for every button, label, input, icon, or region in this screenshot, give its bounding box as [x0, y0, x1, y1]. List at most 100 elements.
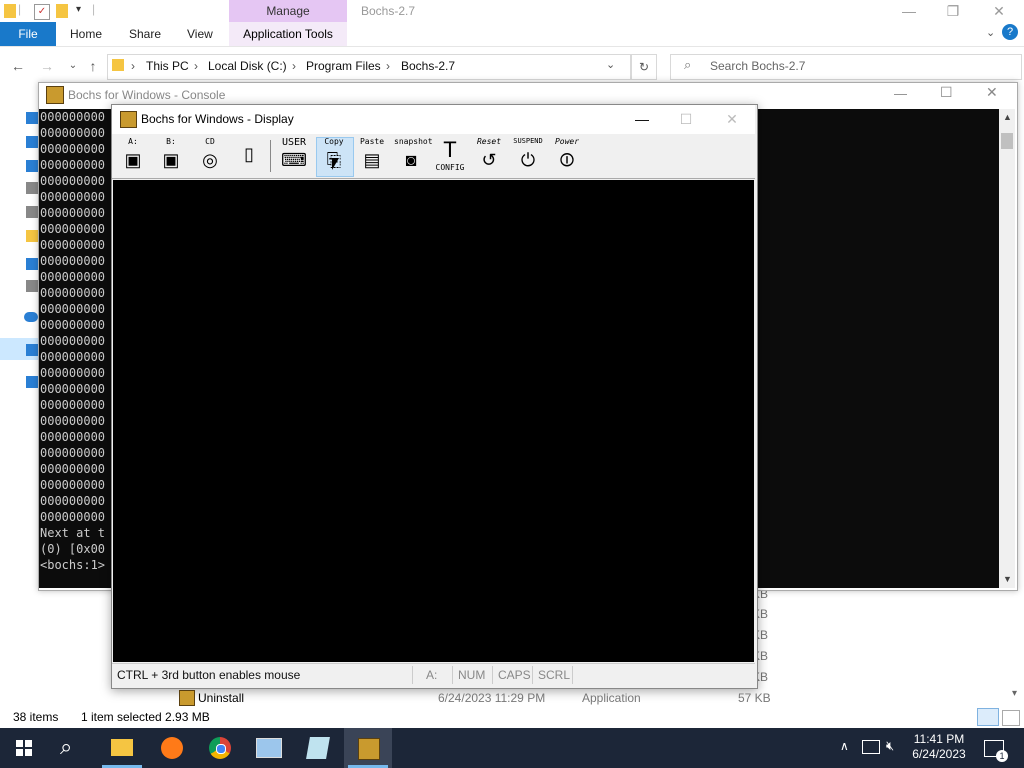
scroll-down-icon[interactable]: ▼ [1003, 574, 1012, 584]
notepad-icon [306, 737, 330, 759]
status-scrl: SCRL [538, 668, 571, 682]
floppy-a-button[interactable]: A: ▣ [116, 137, 150, 175]
recent-dropdown-icon[interactable]: ⌄ [64, 57, 82, 75]
file-name[interactable]: Uninstall [198, 691, 244, 705]
mouse-button[interactable]: ▯ [232, 137, 266, 175]
breadcrumb-bochs[interactable]: Bochs-2.7 [401, 59, 455, 73]
clock[interactable]: 11:41 PM 6/24/2023 [904, 732, 974, 762]
folder-icon[interactable] [26, 230, 38, 242]
minimize-icon[interactable]: — [886, 0, 932, 22]
breadcrumb-program-files[interactable]: Program Files [306, 59, 381, 73]
snapshot-button[interactable]: snapshot ◙ [394, 137, 433, 175]
quick-access-icon[interactable] [26, 112, 38, 124]
address-dropdown-icon[interactable]: ⌄ [606, 58, 615, 71]
clock-date: 6/24/2023 [912, 747, 966, 761]
properties-icon[interactable]: ✓ [34, 4, 50, 20]
search-icon[interactable]: ⌕ [60, 734, 72, 760]
back-icon[interactable]: ← [9, 57, 27, 75]
minimize-icon[interactable]: — [620, 105, 664, 133]
firefox-icon [161, 737, 183, 759]
windows-start-icon[interactable] [16, 740, 32, 756]
tab-application-tools[interactable]: Application Tools [229, 22, 347, 46]
up-icon[interactable]: ↑ [84, 57, 102, 75]
breadcrumb-separator: › [194, 59, 198, 73]
file-size: 57 KB [738, 691, 771, 705]
suspend-button[interactable]: SUSPEND ⏻ [511, 137, 545, 175]
volume-muted-icon[interactable]: 🔇︎ [886, 738, 894, 754]
qa-separator: | [18, 2, 22, 16]
status-separator [412, 666, 413, 684]
uninstall-icon [179, 690, 195, 706]
minimize-icon[interactable]: — [894, 86, 907, 101]
keyboard-icon: ⌨ [281, 150, 307, 170]
explorer-window-title: Bochs-2.7 [361, 4, 416, 18]
console-scrollbar[interactable] [999, 109, 1015, 588]
tab-home[interactable]: Home [70, 22, 102, 46]
console-title: Bochs for Windows - Console [68, 88, 226, 102]
mouse-disabled-icon: ▯ [244, 144, 254, 164]
breadcrumb-this-pc[interactable]: This PC [146, 59, 189, 73]
explorer-title-bar [0, 0, 1024, 22]
bochs-icon [46, 86, 64, 104]
close-icon[interactable]: ✕ [976, 0, 1022, 22]
maximize-icon[interactable]: ☐ [940, 84, 953, 101]
file-explorer-taskbar-button[interactable] [98, 728, 146, 768]
config-button[interactable]: T CONFIG [433, 137, 467, 175]
notification-badge: 1 [996, 750, 1008, 762]
bochs-taskbar-button[interactable] [344, 728, 392, 768]
manage-tab[interactable]: Manage [229, 0, 347, 22]
onedrive-icon[interactable] [24, 312, 38, 322]
emulator-screen[interactable] [113, 180, 754, 662]
tab-file[interactable]: File [0, 22, 56, 46]
firefox-taskbar-button[interactable] [148, 728, 196, 768]
floppy-b-button[interactable]: B: ▣ [154, 137, 188, 175]
new-folder-icon[interactable] [56, 4, 68, 18]
paste-icon: ▤ [363, 150, 381, 170]
breadcrumb-separator: › [292, 59, 296, 73]
this-pc-icon[interactable] [26, 344, 38, 356]
refresh-icon[interactable]: ↻ [631, 54, 657, 80]
large-icons-view-icon[interactable] [1002, 710, 1020, 726]
downloads-icon[interactable] [26, 160, 38, 172]
chrome-taskbar-button[interactable] [196, 728, 244, 768]
forward-icon[interactable]: → [38, 57, 56, 75]
desktop-icon[interactable] [26, 136, 38, 148]
cdrom-label: CD [205, 137, 215, 146]
remote-desktop-taskbar-button[interactable] [244, 728, 292, 768]
power-button[interactable]: Power ⏼ [550, 137, 584, 175]
scroll-up-icon[interactable]: ▲ [1003, 112, 1012, 122]
network-icon[interactable] [26, 376, 38, 388]
status-hint: CTRL + 3rd button enables mouse [117, 668, 301, 682]
item-count: 38 items [13, 710, 59, 724]
tab-share[interactable]: Share [129, 22, 161, 46]
search-placeholder: Search Bochs-2.7 [710, 59, 806, 73]
close-icon: ✕ [726, 111, 738, 127]
breadcrumb-local-disk[interactable]: Local Disk (C:) [208, 59, 287, 73]
qa-dropdown-icon[interactable]: ▾ [76, 4, 81, 15]
restore-icon[interactable]: ❐ [930, 0, 976, 22]
folder-icon [4, 4, 16, 18]
user-button[interactable]: USER ⌨ [277, 137, 311, 175]
details-view-icon[interactable] [977, 708, 999, 726]
qa-separator: | [92, 2, 96, 16]
reset-label: Reset [476, 137, 502, 146]
pictures-icon[interactable] [26, 206, 38, 218]
paste-label: Paste [359, 137, 385, 146]
documents-icon[interactable] [26, 182, 38, 194]
ribbon-expand-icon[interactable]: ⌄ [986, 26, 995, 39]
notepad-taskbar-button[interactable] [294, 728, 342, 768]
network-icon[interactable] [862, 740, 880, 754]
cdrom-button[interactable]: CD ◎ [193, 137, 227, 175]
reset-button[interactable]: Reset ↺ [472, 137, 506, 175]
clock-time: 11:41 PM [913, 732, 965, 746]
show-hidden-icons-icon[interactable]: ∧ [840, 739, 849, 753]
videos-icon[interactable] [26, 280, 38, 292]
close-icon[interactable]: ✕ [986, 84, 998, 101]
bochs-icon [120, 111, 137, 128]
tab-view[interactable]: View [187, 22, 213, 46]
paste-button[interactable]: Paste ▤ [355, 137, 389, 175]
help-icon[interactable]: ? [1002, 24, 1018, 40]
scrollbar-thumb[interactable] [1001, 133, 1013, 149]
reset-icon: ↺ [481, 150, 497, 170]
music-icon[interactable] [26, 258, 38, 270]
